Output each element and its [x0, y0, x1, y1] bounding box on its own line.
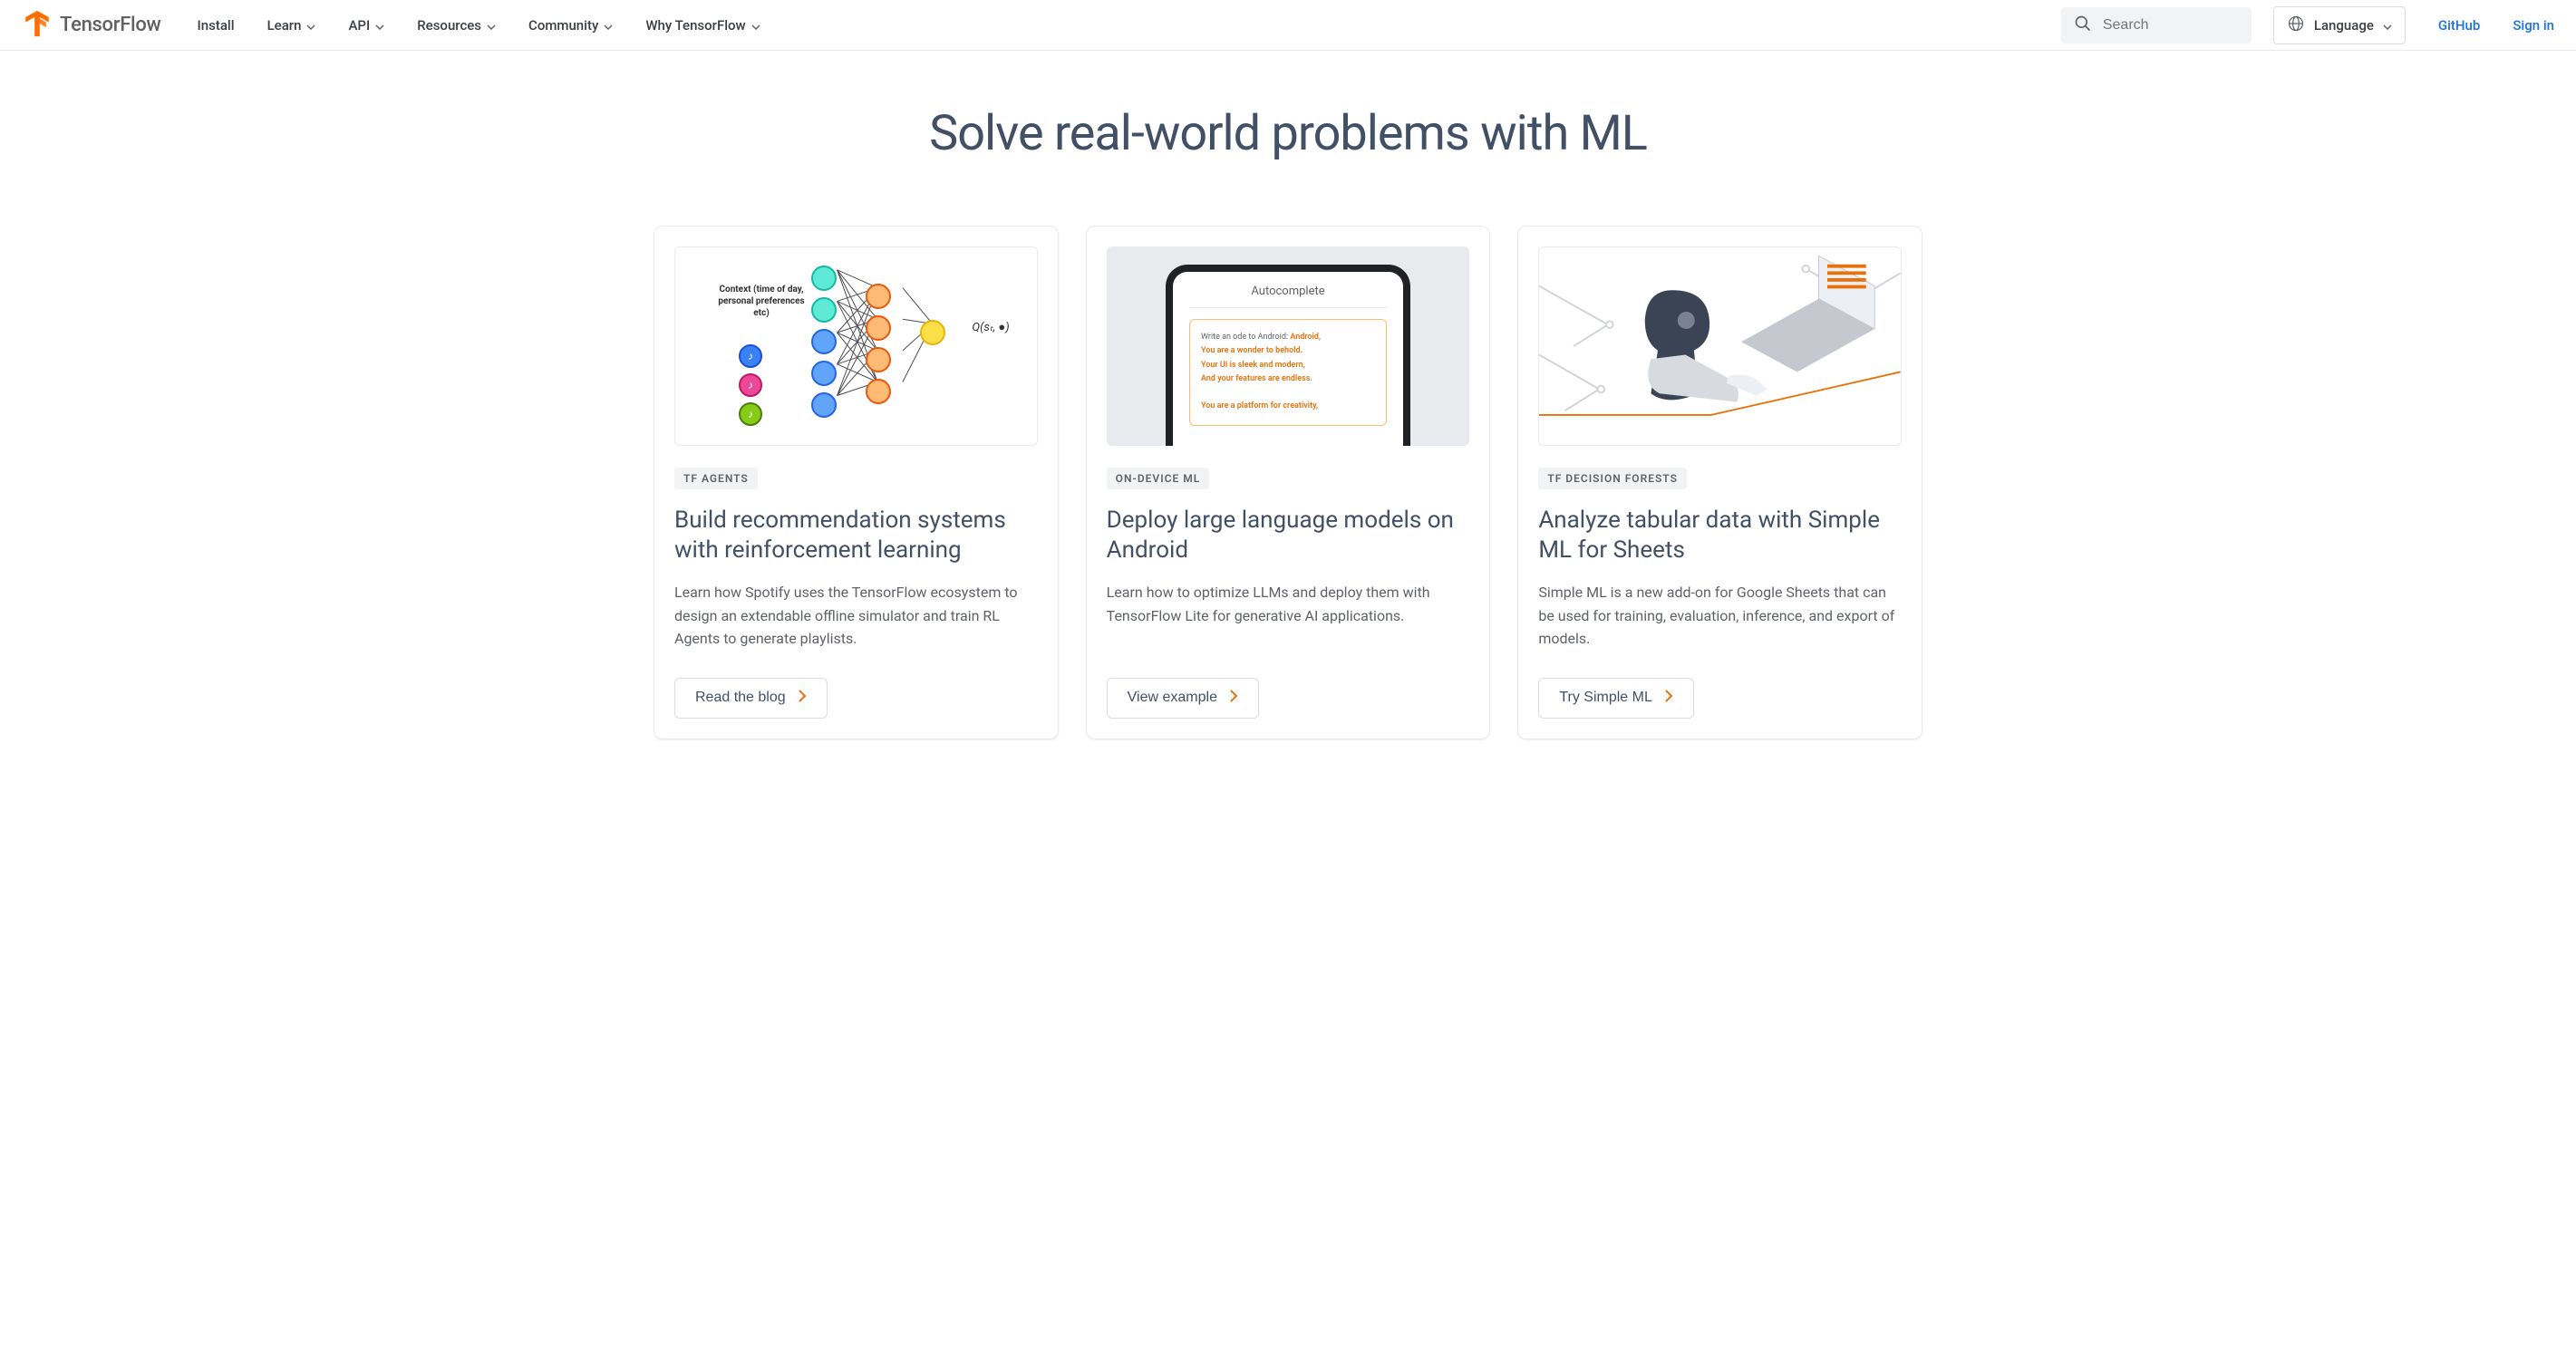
card-illustration: Autocomplete Write an ode to Android: An…: [1107, 246, 1470, 446]
chevron-down-icon: [2383, 16, 2392, 34]
cards-row: Context (time of day, personal preferenc…: [654, 226, 1922, 739]
chevron-down-icon: [487, 17, 496, 34]
github-link[interactable]: GitHub: [2438, 17, 2480, 34]
view-example-button[interactable]: View example: [1107, 678, 1259, 719]
card-tag: ON-DEVICE ML: [1107, 468, 1210, 489]
tensorflow-logo-icon: [22, 8, 53, 43]
nav-resources[interactable]: Resources: [417, 17, 496, 34]
chevron-right-icon: [1665, 690, 1673, 707]
card-tag: TF DECISION FORESTS: [1538, 468, 1687, 489]
music-note-icon: ♪: [739, 344, 762, 368]
card-description: Learn how Spotify uses the TensorFlow ec…: [674, 581, 1038, 651]
nav-install[interactable]: Install: [198, 17, 235, 34]
chevron-down-icon: [375, 17, 384, 34]
chevron-down-icon: [751, 17, 760, 34]
language-selector[interactable]: Language: [2273, 6, 2406, 44]
page-title: Solve real-world problems with ML: [654, 105, 1922, 162]
chevron-down-icon: [604, 17, 613, 34]
card-description: Learn how to optimize LLMs and deploy th…: [1107, 581, 1470, 651]
card-decision-forests: TF DECISION FORESTS Analyze tabular data…: [1517, 226, 1922, 739]
isometric-scene-icon: [1539, 247, 1901, 445]
card-illustration: [1538, 246, 1902, 446]
brand-logo[interactable]: TensorFlow: [22, 8, 161, 43]
nav-community[interactable]: Community: [528, 17, 613, 34]
brand-name: TensorFlow: [60, 14, 161, 36]
language-label: Language: [2314, 17, 2374, 34]
main-nav: Install Learn API Resources Community Wh…: [198, 17, 760, 34]
read-blog-button[interactable]: Read the blog: [674, 678, 828, 719]
phone-screen-title: Autocomplete: [1189, 285, 1387, 308]
top-nav: TensorFlow Install Learn API Resources C…: [0, 0, 2576, 51]
music-note-icon: ♪: [739, 402, 762, 426]
music-note-icon: ♪: [739, 373, 762, 397]
search-icon: [2074, 14, 2092, 36]
search-box[interactable]: [2061, 7, 2252, 43]
phone-prompt-prefix: Write an ode to Android:: [1201, 333, 1290, 342]
card-illustration: Context (time of day, personal preferenc…: [674, 246, 1038, 446]
nav-api[interactable]: API: [348, 17, 384, 34]
card-tag: TF AGENTS: [674, 468, 758, 489]
main-content: Solve real-world problems with ML Contex…: [617, 51, 1959, 776]
card-tf-agents: Context (time of day, personal preferenc…: [654, 226, 1059, 739]
card-title: Build recommendation systems with reinfo…: [674, 506, 1038, 565]
chevron-down-icon: [306, 17, 315, 34]
card-description: Simple ML is a new add-on for Google She…: [1538, 581, 1902, 651]
nav-why-tensorflow[interactable]: Why TensorFlow: [645, 17, 760, 34]
sign-in-link[interactable]: Sign in: [2513, 17, 2554, 34]
try-simple-ml-button[interactable]: Try Simple ML: [1538, 678, 1694, 719]
search-input[interactable]: [2103, 17, 2239, 34]
globe-icon: [2287, 14, 2305, 36]
chevron-right-icon: [1230, 690, 1238, 707]
chevron-right-icon: [799, 690, 807, 707]
card-title: Analyze tabular data with Simple ML for …: [1538, 506, 1902, 565]
card-on-device-ml: Autocomplete Write an ode to Android: An…: [1086, 226, 1491, 739]
card-title: Deploy large language models on Android: [1107, 506, 1470, 565]
nav-learn[interactable]: Learn: [267, 17, 316, 34]
phone-mockup-icon: Autocomplete Write an ode to Android: An…: [1166, 265, 1410, 446]
